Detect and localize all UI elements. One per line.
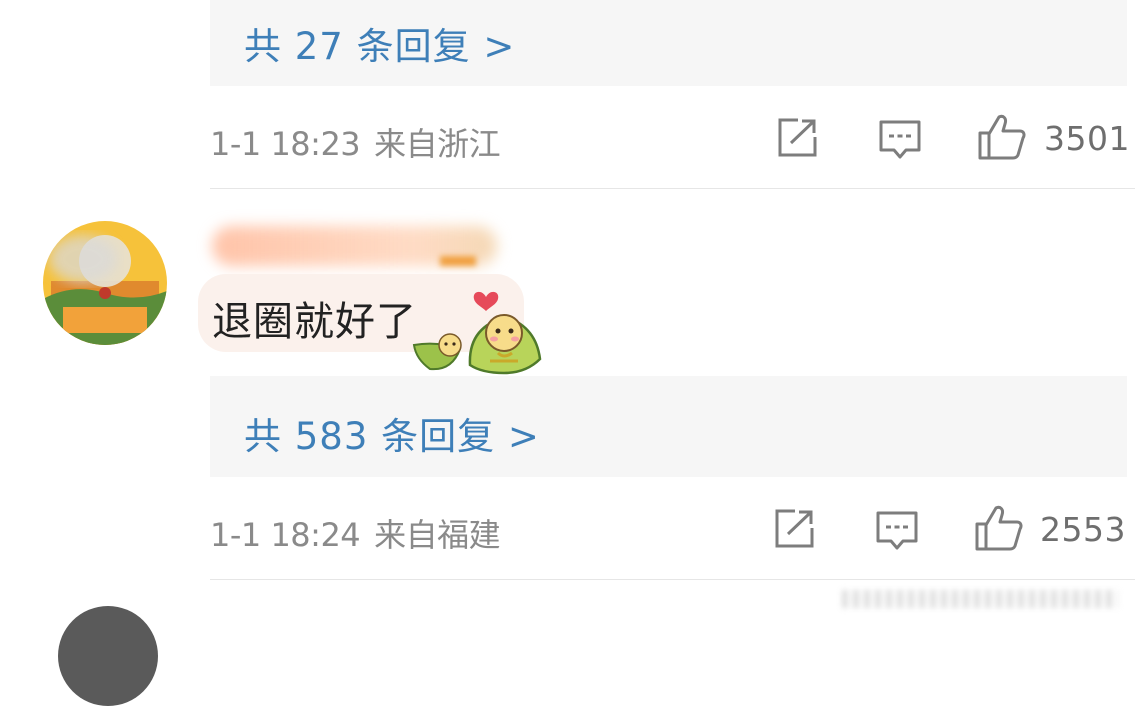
thumbs-up-icon[interactable] — [974, 504, 1024, 552]
comment-divider — [210, 188, 1135, 189]
share-icon[interactable] — [776, 117, 820, 159]
reply-summary-box[interactable]: 共 583 条回复 > — [210, 376, 1127, 477]
avatar-image — [43, 221, 167, 345]
comment-icon[interactable] — [875, 510, 919, 552]
view-replies-link[interactable]: 共 27 条回复 > — [244, 16, 515, 70]
like-count: 3501 — [1044, 119, 1130, 158]
avatar[interactable] — [43, 221, 167, 345]
share-icon[interactable] — [773, 508, 817, 550]
avatar[interactable] — [58, 606, 158, 706]
view-replies-link[interactable]: 共 583 条回复 > — [244, 406, 540, 460]
like-count: 2553 — [1040, 510, 1126, 549]
comment-meta: 1-1 18:23 来自浙江 — [210, 119, 501, 165]
user-badge — [440, 256, 476, 266]
comment-meta: 1-1 18:24 来自福建 — [210, 510, 501, 556]
comment-location: 来自福建 — [374, 516, 501, 554]
watermark — [842, 590, 1118, 608]
comment-time: 1-1 18:23 — [210, 125, 361, 163]
comment-text: 退圈就好了 — [212, 299, 417, 345]
comment-time: 1-1 18:24 — [210, 516, 361, 554]
comment-location: 来自浙江 — [374, 125, 501, 163]
comment-icon[interactable] — [878, 119, 922, 161]
reply-summary-box[interactable]: 共 27 条回复 > — [210, 0, 1127, 86]
zongzi-heart-sticker — [412, 291, 542, 375]
comment-divider — [210, 579, 1135, 580]
thumbs-up-icon[interactable] — [977, 113, 1027, 161]
